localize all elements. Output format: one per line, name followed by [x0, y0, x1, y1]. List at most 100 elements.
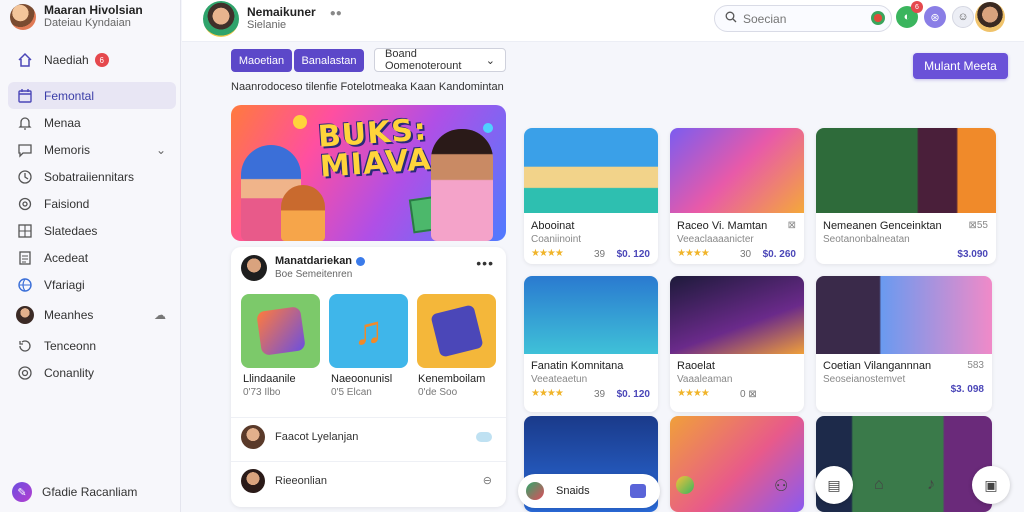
bell-icon[interactable]: ♪	[927, 476, 935, 494]
flag-icon[interactable]: ⊠55	[968, 220, 988, 231]
more-options-icon[interactable]: •••	[476, 255, 494, 271]
avatar[interactable]	[203, 1, 239, 37]
filter-chip-banalastan[interactable]: Banalastan	[294, 49, 364, 72]
cloud-icon[interactable]: ☁	[154, 308, 166, 322]
card-subtitle: Veeaclaaaanicter	[677, 234, 754, 245]
sidebar-item-tenceonn[interactable]: Tenceonn	[8, 332, 176, 359]
device-icon	[429, 304, 484, 358]
chevron-down-icon[interactable]: ⌄	[156, 143, 166, 157]
avatar-icon	[16, 306, 34, 324]
sidebar-item-sobatraiiennitars[interactable]: Sobatraiiennitars	[8, 163, 176, 190]
hero-banner[interactable]: BUKS: MIAVA	[231, 105, 506, 241]
clock-icon	[16, 168, 34, 186]
card-title: Nemeanen Genceinktan	[823, 220, 942, 232]
profile-icon[interactable]: ⚇	[774, 476, 788, 496]
card-subtitle: Coaniinoint	[531, 234, 582, 245]
decoration	[483, 123, 493, 133]
sidebar-item-label: Femontal	[44, 88, 95, 103]
card-count: 0 ⊠	[740, 389, 757, 400]
video-card[interactable]	[670, 416, 804, 512]
card-count: 30	[740, 249, 752, 260]
creator-header[interactable]: Manatdariekan Boe Semeitenren	[241, 255, 366, 281]
sidebar-item-vfariagi[interactable]: Vfariagi	[8, 271, 176, 298]
sidebar-footer[interactable]: ✎ Gfadie Racanliam	[12, 482, 137, 502]
main-action-button[interactable]: Mulant Meeta	[913, 53, 1008, 79]
sort-dropdown[interactable]: Boand Oomenoterount ⌄	[374, 48, 506, 72]
character-illustration	[281, 185, 325, 241]
video-card[interactable]: Fanatin Komnitana Veeateaetun ★★★★ 39 $0…	[524, 276, 658, 412]
card-subtitle: Seoseianostemvet	[823, 374, 906, 385]
sidebar-item-faisiond[interactable]: Faisiond	[8, 190, 176, 217]
decoration	[293, 115, 307, 129]
video-card[interactable]: Abooinat Coaniinoint ★★★★ 39 $0. 120	[524, 128, 658, 264]
tile-sub: 0'73 Ilbo	[243, 387, 281, 398]
sidebar-item-label: Vfariagi	[44, 277, 85, 292]
verified-icon	[356, 257, 366, 266]
sidebar-item-label: Conanlity	[44, 365, 95, 380]
sidebar-item-meanhes[interactable]: Meanhes ☁	[8, 298, 176, 332]
eye-icon[interactable]	[476, 431, 492, 442]
star-rating: ★★★★	[677, 388, 710, 399]
document-icon	[16, 249, 34, 267]
card-count: 39	[594, 249, 606, 260]
search-bar[interactable]	[714, 5, 892, 32]
avatar[interactable]	[10, 4, 36, 30]
notifications-icon[interactable]: ◐ 6	[896, 1, 923, 28]
character-illustration	[431, 129, 493, 241]
more-options-icon[interactable]: ●●	[330, 8, 342, 19]
sidebar-item-label: Meanhes	[44, 308, 94, 322]
sidebar: Maaran Hivolsian Dateiau Kyndaian Naedia…	[0, 0, 181, 512]
video-card[interactable]: Raoelat Vaaaleaman ★★★★ 0 ⊠	[670, 276, 804, 412]
calendar-button[interactable]: ▣	[972, 466, 1010, 504]
sidebar-item-label: Acedeat	[44, 250, 89, 265]
thumbnail	[524, 128, 658, 213]
avatar	[241, 424, 265, 449]
image-icon[interactable]	[630, 484, 646, 498]
target-icon	[16, 364, 34, 382]
card-price: $0. 260	[762, 249, 796, 260]
video-card[interactable]: Nemeanen Genceinktan ⊠55 Seotanonbalneat…	[816, 128, 996, 264]
avatar[interactable]	[241, 255, 267, 281]
filter-chip-maoetian[interactable]: Maoetian	[231, 49, 292, 72]
leaf-icon[interactable]	[676, 476, 694, 494]
search-input[interactable]	[743, 11, 863, 26]
sidebar-item-label: Menaa	[44, 115, 81, 130]
document-button[interactable]: ▤	[815, 466, 853, 504]
video-card[interactable]: Raceo Vi. Mamtan ⊠ Veeaclaaaanicter ★★★★…	[670, 128, 804, 264]
home-icon[interactable]: ⌂	[874, 476, 884, 494]
emoji-icon[interactable]: ☺	[952, 6, 974, 28]
bottom-dock[interactable]: Snaids	[518, 474, 660, 508]
link-icon[interactable]: ⊖	[483, 474, 492, 487]
games-icon[interactable]: ⊛	[924, 6, 946, 28]
card-title: Fanatin Komnitana	[531, 360, 624, 372]
card-subtitle: Veeateaetun	[531, 374, 588, 385]
app-tile-1[interactable]	[241, 294, 320, 368]
channel-profile[interactable]: Nemaikuner Sielanie ●●	[203, 1, 342, 37]
sidebar-item-conanlity[interactable]: Conanlity	[8, 359, 176, 386]
flag-icon[interactable]: ⊠	[788, 220, 796, 231]
leaf-icon	[526, 482, 544, 500]
user-avatar[interactable]	[975, 2, 1005, 32]
app-tile-2[interactable]: ♫	[329, 294, 408, 368]
sidebar-item-memoris[interactable]: Memoris ⌄	[8, 136, 176, 163]
sidebar-item-home[interactable]: Naediah 6	[8, 46, 176, 74]
list-item[interactable]: Rieeonlian ⊖	[231, 461, 506, 499]
card-title: Raceo Vi. Mamtan	[677, 220, 768, 232]
grid-icon	[16, 222, 34, 240]
app-tile-3[interactable]	[417, 294, 496, 368]
profile-subtitle: Dateiau Kyndaian	[44, 17, 131, 29]
list-item-label: Rieeonlian	[275, 474, 327, 487]
sidebar-item-acedeat[interactable]: Acedeat	[8, 244, 176, 271]
footer-label: Gfadie Racanliam	[42, 485, 138, 499]
sidebar-item-slatedaes[interactable]: Slatedaes	[8, 217, 176, 244]
list-item[interactable]: Faacot Lyelanjan	[231, 417, 506, 455]
document-icon: ▤	[827, 476, 841, 493]
card-price: $3. 098	[950, 384, 984, 395]
sidebar-profile[interactable]: Maaran Hivolsian Dateiau Kyndaian	[10, 4, 143, 30]
card-count: 583	[967, 360, 984, 371]
creator-panel: Manatdariekan Boe Semeitenren ••• ♫ Llin…	[231, 247, 506, 507]
sidebar-item-menaa[interactable]: Menaa	[8, 109, 176, 136]
location-pin-icon[interactable]	[871, 11, 885, 25]
video-card[interactable]: Coetian Vilangannnan 583 Seoseianostemve…	[816, 276, 992, 412]
sidebar-item-femontal[interactable]: Femontal	[8, 82, 176, 109]
